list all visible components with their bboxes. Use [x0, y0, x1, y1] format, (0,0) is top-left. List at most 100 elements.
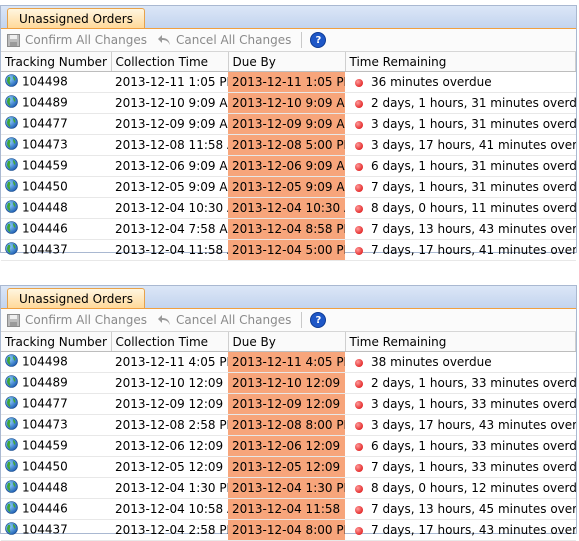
globe-icon: [5, 200, 18, 216]
red-status-dot-icon: [355, 505, 363, 514]
table-row[interactable]: 104489 2013-12-10 9:09 AM 2013-12-10 9:09 …: [1, 92, 576, 114]
collection-time-cell: 2013-12-04 10:58 AM: [111, 498, 228, 520]
time-remaining-text: 7 days, 1 hours, 33 minutes overdue: [371, 460, 576, 474]
tracking-number-cell: 104446: [1, 218, 111, 240]
time-remaining-text: 8 days, 0 hours, 12 minutes overdue: [371, 481, 576, 495]
due-by-cell: 2013-12-11 4:05 PM: [228, 351, 345, 373]
collection-time-cell: 2013-12-04 7:58 AM: [111, 218, 228, 240]
collection-time-cell: 2013-12-10 9:09 AM: [111, 92, 228, 114]
tab-unassigned-orders[interactable]: Unassigned Orders: [7, 288, 145, 308]
tracking-number: 104477: [22, 396, 68, 411]
confirm-all-changes-button[interactable]: Confirm All Changes: [7, 313, 147, 327]
time-remaining-cell: 3 days, 1 hours, 31 minutes overdue: [345, 113, 576, 135]
column-collection-time[interactable]: Collection Time: [111, 52, 229, 72]
column-due-by[interactable]: Due By: [228, 52, 346, 72]
column-time-remaining[interactable]: Time Remaining: [345, 52, 576, 72]
collection-time-cell: 2013-12-08 11:58 AM: [111, 134, 228, 156]
red-status-dot-icon: [355, 183, 363, 192]
table-row[interactable]: 104498 2013-12-11 1:05 PM 2013-12-11 1:05 …: [1, 71, 576, 93]
time-remaining-cell: 7 days, 17 hours, 41 minutes overdue: [345, 239, 576, 261]
globe-icon: [5, 116, 18, 132]
column-tracking-number[interactable]: Tracking Number: [1, 332, 112, 352]
tracking-number: 104450: [22, 179, 68, 194]
red-status-dot-icon: [355, 526, 363, 535]
confirm-all-changes-button[interactable]: Confirm All Changes: [7, 33, 147, 47]
red-status-dot-icon: [355, 442, 363, 451]
table-row[interactable]: 104473 2013-12-08 2:58 PM 2013-12-08 8:00 …: [1, 414, 576, 436]
red-status-dot-icon: [355, 225, 363, 234]
tracking-number: 104459: [22, 438, 68, 453]
due-by-cell: 2013-12-09 9:09 AM: [228, 113, 345, 135]
table-row[interactable]: 104477 2013-12-09 12:09 PM2013-12-09 12:0…: [1, 393, 576, 415]
column-tracking-number[interactable]: Tracking Number: [1, 52, 112, 72]
column-due-by[interactable]: Due By: [228, 332, 346, 352]
collection-time-cell: 2013-12-08 2:58 PM: [111, 414, 228, 436]
red-status-dot-icon: [355, 379, 363, 388]
due-by-cell: 2013-12-10 12:09 PM: [228, 372, 345, 394]
red-status-dot-icon: [355, 358, 363, 367]
tracking-number-cell: 104437: [1, 239, 111, 261]
globe-icon: [5, 480, 18, 496]
tracking-number: 104489: [22, 375, 68, 390]
red-status-dot-icon: [355, 246, 363, 255]
time-remaining-cell: 7 days, 1 hours, 33 minutes overdue: [345, 456, 576, 478]
tracking-number: 104473: [22, 137, 68, 152]
globe-icon: [5, 137, 18, 153]
save-disk-icon: [7, 313, 20, 327]
table-row[interactable]: 104473 2013-12-08 11:58 AM2013-12-08 5:00…: [1, 134, 576, 156]
globe-icon: [5, 501, 18, 517]
table-row[interactable]: 104459 2013-12-06 9:09 AM 2013-12-06 9:09 …: [1, 155, 576, 177]
column-collection-time[interactable]: Collection Time: [111, 332, 229, 352]
table-row[interactable]: 104477 2013-12-09 9:09 AM 2013-12-09 9:09 …: [1, 113, 576, 135]
cancel-all-changes-button[interactable]: Cancel All Changes: [157, 313, 291, 327]
tracking-number: 104446: [22, 221, 68, 236]
tracking-number: 104437: [22, 242, 68, 257]
time-remaining-text: 3 days, 17 hours, 41 minutes overdue: [371, 138, 576, 152]
table-row[interactable]: 104459 2013-12-06 12:09 PM2013-12-06 12:0…: [1, 435, 576, 457]
table-row[interactable]: 104450 2013-12-05 9:09 AM 2013-12-05 9:09 …: [1, 176, 576, 198]
table-row[interactable]: 104446 2013-12-04 7:58 AM 2013-12-04 8:58 …: [1, 218, 576, 240]
red-status-dot-icon: [355, 421, 363, 430]
tracking-number-cell: 104459: [1, 155, 111, 177]
collection-time-cell: 2013-12-06 12:09 PM: [111, 435, 228, 457]
table-row[interactable]: 104498 2013-12-11 4:05 PM 2013-12-11 4:05 …: [1, 351, 576, 373]
time-remaining-text: 7 days, 13 hours, 45 minutes overdue: [371, 502, 576, 516]
collection-time-cell: 2013-12-05 12:09 PM: [111, 456, 228, 478]
time-remaining-text: 3 days, 1 hours, 33 minutes overdue: [371, 397, 576, 411]
table-row[interactable]: 104489 2013-12-10 12:09 PM2013-12-10 12:0…: [1, 372, 576, 394]
save-disk-icon: [7, 33, 20, 47]
time-remaining-text: 2 days, 1 hours, 33 minutes overdue: [371, 376, 576, 390]
time-remaining-text: 36 minutes overdue: [371, 75, 492, 89]
tracking-number: 104489: [22, 95, 68, 110]
help-icon[interactable]: ?: [310, 312, 327, 328]
time-remaining-cell: 36 minutes overdue: [345, 71, 576, 93]
due-by-cell: 2013-12-08 8:00 PM: [228, 414, 345, 436]
tracking-number: 104437: [22, 522, 68, 537]
table-row[interactable]: 104450 2013-12-05 12:09 PM2013-12-05 12:0…: [1, 456, 576, 478]
table-row[interactable]: 104448 2013-12-04 10:30 AM2013-12-04 10:3…: [1, 197, 576, 219]
toolbar: Confirm All Changes Cancel All Changes ?: [1, 29, 576, 52]
time-remaining-cell: 38 minutes overdue: [345, 351, 576, 373]
orders-table: Tracking Number Collection Time Due By Time…: [1, 332, 576, 541]
column-time-remaining[interactable]: Time Remaining: [345, 332, 576, 352]
red-status-dot-icon: [355, 141, 363, 150]
tab-unassigned-orders[interactable]: Unassigned Orders: [7, 8, 145, 28]
time-remaining-cell: 2 days, 1 hours, 33 minutes overdue: [345, 372, 576, 394]
toolbar: Confirm All Changes Cancel All Changes ?: [1, 309, 576, 332]
tab-strip: Unassigned Orders: [1, 6, 576, 29]
red-status-dot-icon: [355, 162, 363, 171]
help-icon[interactable]: ?: [310, 32, 327, 48]
table-row[interactable]: 104437 2013-12-04 11:58 AM2013-12-04 5:00…: [1, 239, 576, 261]
undo-arrow-icon: [158, 35, 170, 45]
confirm-all-changes-label: Confirm All Changes: [25, 313, 147, 327]
globe-icon: [5, 417, 18, 433]
time-remaining-cell: 8 days, 0 hours, 12 minutes overdue: [345, 477, 576, 499]
table-row[interactable]: 104437 2013-12-04 2:58 PM 2013-12-04 8:00 …: [1, 519, 576, 541]
red-status-dot-icon: [355, 204, 363, 213]
time-remaining-cell: 3 days, 17 hours, 43 minutes overdue: [345, 414, 576, 436]
table-row[interactable]: 104446 2013-12-04 10:58 AM2013-12-04 11:5…: [1, 498, 576, 520]
cancel-all-changes-button[interactable]: Cancel All Changes: [157, 33, 291, 47]
due-by-cell: 2013-12-06 9:09 AM: [228, 155, 345, 177]
tracking-number: 104498: [22, 74, 68, 89]
table-row[interactable]: 104448 2013-12-04 1:30 PM 2013-12-04 1:30 …: [1, 477, 576, 499]
